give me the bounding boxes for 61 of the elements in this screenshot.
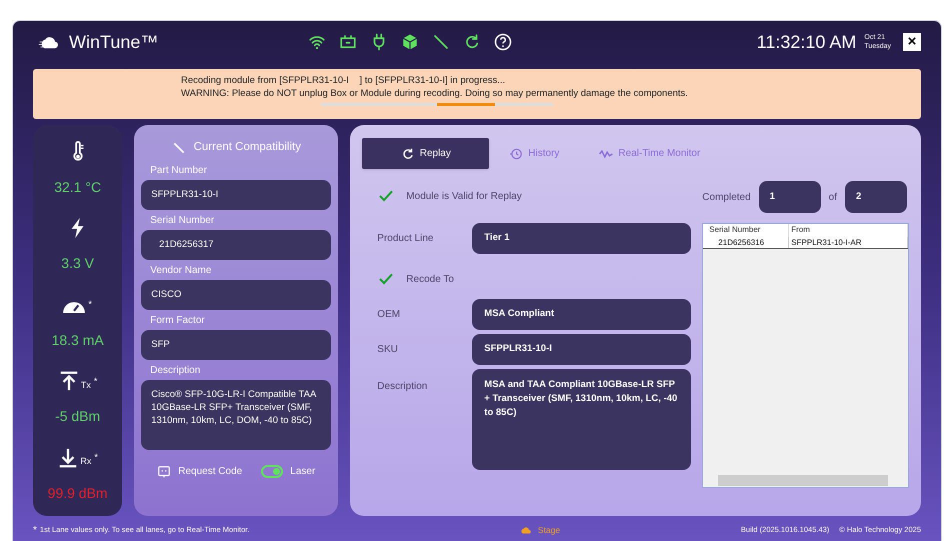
- footnote-mark: *: [33, 524, 37, 538]
- sensor-reading: 18.3 mA: [52, 330, 104, 350]
- field-value: SFPPLR31-10-I: [141, 180, 332, 210]
- field-label: Part Number: [150, 164, 208, 178]
- sensor-reading: 99.9 dBm: [48, 484, 108, 503]
- clock-time: 11:32:10 AM: [756, 30, 856, 54]
- count-field: 1: [758, 181, 821, 213]
- footnote-mark: *: [94, 451, 98, 464]
- status-label: Recode To: [406, 272, 454, 286]
- laser-toggle[interactable]: [261, 465, 284, 478]
- field-label: Description: [376, 380, 428, 394]
- field-value: SFP: [141, 330, 332, 360]
- field-value: CISCO: [141, 280, 332, 310]
- field-label: SKU: [376, 343, 399, 357]
- tab[interactable]: Real-Time Monitor: [579, 138, 720, 169]
- tab[interactable]: History: [489, 138, 580, 169]
- close-button[interactable]: ×: [903, 33, 921, 51]
- field-value: Tier 1: [472, 223, 692, 254]
- field-label: OEM: [376, 308, 402, 322]
- footnote-mark: *: [88, 298, 92, 312]
- field-value: MSA Compliant: [472, 299, 692, 330]
- field-label: Serial Number: [150, 214, 216, 228]
- channel-label: Rx: [80, 455, 92, 468]
- field-value: SFPPLR31-10-I: [472, 334, 692, 365]
- refresh-icon: [400, 146, 415, 160]
- field-value: MSA and TAA Compliant 10GBase-LR SFP + Transceiver (SMF, 1310nm, 10km, LC, -40 to 85C): [472, 369, 692, 470]
- chat-icon: [157, 464, 172, 479]
- cable-icon[interactable]: [432, 33, 450, 51]
- gauge-icon: [63, 300, 86, 313]
- app-title: WinTune™: [69, 30, 158, 54]
- field-label: Vendor Name: [150, 264, 212, 278]
- banner-message: Recoding module from [SFPPLR31-10-I ] to [SFPPLR31-10-I] in progress...: [181, 74, 506, 87]
- banner-message: WARNING: Please do NOT unplug Box or Module during recoding. Doing so may permanently damage the components.: [181, 87, 689, 100]
- help-icon[interactable]: [494, 33, 512, 51]
- tab[interactable]: Replay: [362, 138, 490, 169]
- field-value: 21D6256317: [141, 230, 332, 260]
- footnote-mark: *: [94, 374, 98, 388]
- table-cell: SFPPLR31-10-I-AR: [789, 237, 908, 248]
- toggle-label: Laser: [290, 465, 316, 480]
- total-field: 2: [845, 181, 907, 213]
- field-value: Cisco® SFP-10G-LR-I Compatible TAA 10GBase-LR SFP+ Transceiver (SMF, 1310nm, 10km, LC, DOM, -40 to 85C): [141, 380, 332, 450]
- completed-label: Completed: [702, 190, 751, 204]
- panel-title: Current Compatibility: [194, 140, 301, 155]
- download-arrow-icon: [57, 446, 80, 469]
- field-label: Form Factor: [150, 314, 206, 328]
- environment-label: Stage: [538, 524, 560, 536]
- battery-icon[interactable]: [339, 33, 358, 51]
- cable-icon: [172, 140, 186, 155]
- status-label: Module is Valid for Replay: [406, 190, 522, 204]
- field-label: Product Line: [376, 232, 434, 246]
- sensor-reading: 3.3 V: [61, 254, 94, 274]
- history-icon: [509, 146, 524, 160]
- channel-label: Tx: [80, 378, 91, 392]
- cube-icon[interactable]: [401, 33, 420, 51]
- of-label: of: [828, 190, 837, 204]
- sensor-reading: 32.1 °C: [54, 178, 102, 197]
- wifi-icon[interactable]: [308, 33, 326, 51]
- field-label: Description: [150, 364, 202, 378]
- sensor-reading: -5 dBm: [55, 407, 100, 426]
- request-code-button[interactable]: Request Code: [157, 464, 242, 480]
- table-cell: 21D6256316: [703, 237, 790, 248]
